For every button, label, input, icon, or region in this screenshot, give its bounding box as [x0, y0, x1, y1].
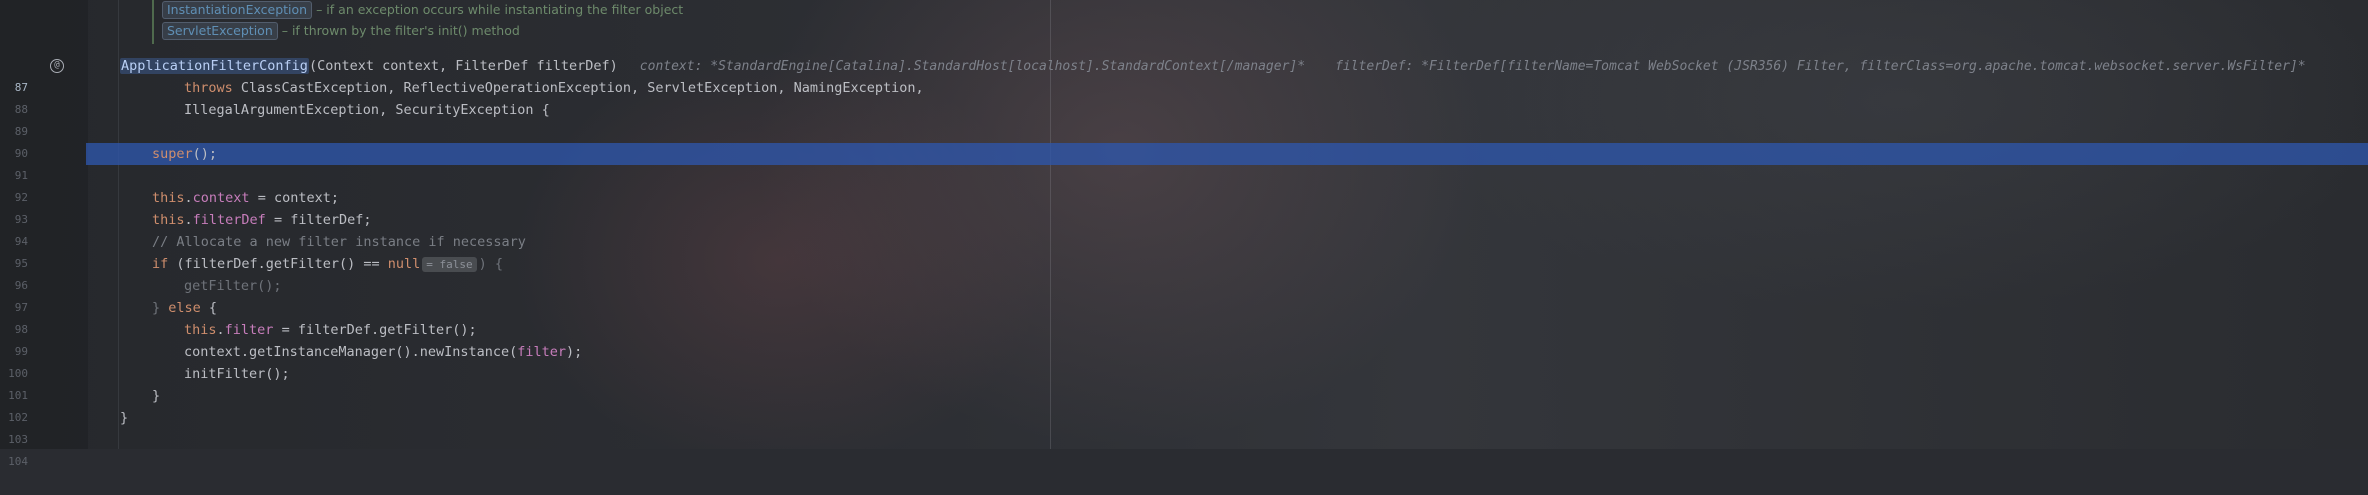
method-call-close: );	[566, 344, 583, 360]
keyword-throws: throws	[184, 80, 233, 96]
code-line-88[interactable]: 88 throws ClassCastException, Reflective…	[0, 77, 2368, 116]
code-line-96[interactable]: 96 if (filterDef.getFilter() == null = fa…	[0, 253, 2368, 292]
method-call: initFilter();	[184, 366, 290, 382]
keyword-this: this	[184, 322, 217, 338]
code-line-101[interactable]: 101 initFilter();	[0, 363, 2368, 402]
code-line-87[interactable]: 87 @ ApplicationFilterConfig(Context con…	[0, 55, 2368, 94]
keyword-this: this	[152, 190, 185, 206]
debug-inline-value-context: context: *StandardEngine[Catalina].Stand…	[639, 59, 1306, 74]
code-line-99[interactable]: 99 this.filter = filterDef.getFilter();	[0, 319, 2368, 358]
open-brace: {	[200, 300, 218, 316]
constructor-name[interactable]: ApplicationFilterConfig	[120, 58, 309, 74]
close-brace: }	[152, 300, 169, 316]
super-call-args: ();	[192, 146, 218, 162]
code-line-103[interactable]: 103 }	[0, 407, 2368, 446]
code-line-91-gutter: 91	[0, 143, 40, 182]
throws-list: ClassCastException, ReflectiveOperationE…	[232, 80, 924, 96]
constructor-params: (Context context, FilterDef filterDef)	[308, 58, 618, 74]
keyword-this: this	[152, 212, 185, 228]
code-editor[interactable]: 87 @ ApplicationFilterConfig(Context con…	[0, 0, 2368, 468]
code-line-98[interactable]: 98 } else {	[0, 297, 2368, 336]
if-condition: (filterDef.getFilter() ==	[168, 256, 388, 272]
code-line-102[interactable]: 102 }	[0, 385, 2368, 424]
field-filterdef: filterDef	[192, 212, 266, 228]
debug-inline-value-filterdef: filterDef: *FilterDef[filterName=Tomcat …	[1335, 59, 2306, 74]
close-brace: }	[152, 388, 161, 404]
method-call: context.getInstanceManager().newInstance…	[184, 344, 518, 360]
code-line-97[interactable]: 97 getFilter();	[0, 275, 2368, 314]
override-annotation-icon[interactable]: @	[50, 59, 64, 73]
keyword-else: else	[168, 300, 201, 316]
assignment: = filterDef;	[265, 212, 372, 228]
keyword-null: null	[387, 256, 421, 272]
field-filter: filter	[517, 344, 567, 360]
if-close: ) {	[478, 256, 503, 272]
code-line-100[interactable]: 100 context.getInstanceManager().newInst…	[0, 341, 2368, 380]
code-line-104[interactable]: 104	[0, 429, 2368, 468]
code-line-90[interactable]: 90	[0, 121, 2368, 160]
debug-inlay-value: = false	[422, 257, 477, 272]
unreachable-call: getFilter();	[184, 278, 282, 294]
execution-point-line[interactable]: super();	[86, 143, 2368, 165]
keyword-super: super	[152, 146, 193, 162]
code-line-92[interactable]: 92	[0, 165, 2368, 204]
code-line-93[interactable]: 93 this.context = context;	[0, 187, 2368, 226]
line-number[interactable]: 104	[0, 451, 28, 473]
code-line-95[interactable]: 95 // Allocate a new filter instance if …	[0, 231, 2368, 270]
throws-list-continued: IllegalArgumentException, SecurityExcept…	[184, 102, 550, 118]
field-filter: filter	[224, 322, 274, 338]
assignment: = filterDef.getFilter();	[273, 322, 477, 338]
close-brace: }	[120, 410, 129, 426]
code-line-89[interactable]: 89 IllegalArgumentException, SecurityExc…	[0, 99, 2368, 138]
code-line-94[interactable]: 94 this.filterDef = filterDef;	[0, 209, 2368, 248]
code-comment: // Allocate a new filter instance if nec…	[152, 234, 526, 250]
keyword-if: if	[152, 256, 169, 272]
field-context: context	[192, 190, 250, 206]
assignment: = context;	[249, 190, 339, 206]
